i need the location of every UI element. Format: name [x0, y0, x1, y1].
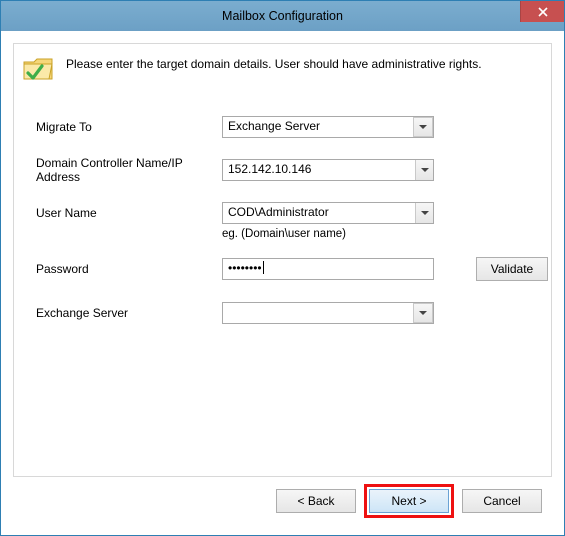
dialog-window: Mailbox Configuration Please enter the t…	[0, 0, 565, 536]
cancel-button[interactable]: Cancel	[462, 489, 542, 513]
chevron-down-icon	[419, 125, 427, 129]
exchange-field[interactable]	[222, 302, 434, 324]
password-label: Password	[36, 262, 222, 276]
row-migrate-to: Migrate To Exchange Server	[36, 116, 529, 138]
password-value: ••••••••	[228, 261, 262, 275]
chevron-down-icon	[421, 168, 429, 172]
migrate-to-dropdown-button[interactable]	[413, 117, 433, 137]
dc-field[interactable]: 152.142.10.146	[222, 159, 434, 181]
dc-label: Domain Controller Name/IP Address	[36, 156, 222, 184]
titlebar: Mailbox Configuration	[1, 1, 564, 31]
password-field-wrap: ••••••••	[222, 258, 434, 280]
close-button[interactable]	[520, 1, 564, 22]
row-username: User Name COD\Administrator	[36, 202, 529, 224]
username-label: User Name	[36, 206, 222, 220]
next-button-highlight: Next >	[364, 484, 454, 518]
dc-combobox[interactable]: 152.142.10.146	[222, 159, 434, 181]
chevron-down-icon	[419, 311, 427, 315]
folder-check-icon	[22, 54, 56, 84]
chevron-down-icon	[421, 211, 429, 215]
migrate-to-label: Migrate To	[36, 120, 222, 134]
info-header: Please enter the target domain details. …	[14, 44, 551, 94]
main-panel: Please enter the target domain details. …	[13, 43, 552, 477]
migrate-to-field[interactable]: Exchange Server	[222, 116, 434, 138]
username-dropdown-button[interactable]	[415, 203, 433, 223]
form: Migrate To Exchange Server Domain Contro…	[14, 94, 551, 324]
back-button[interactable]: < Back	[276, 489, 356, 513]
wizard-buttons: < Back Next > Cancel	[13, 481, 552, 521]
exchange-dropdown[interactable]	[222, 302, 434, 324]
validate-button[interactable]: Validate	[476, 257, 548, 281]
close-icon	[538, 7, 548, 17]
password-input[interactable]: ••••••••	[222, 258, 434, 280]
row-password: Password •••••••• Validate	[36, 258, 529, 280]
client-area: Please enter the target domain details. …	[9, 39, 556, 527]
migrate-to-dropdown[interactable]: Exchange Server	[222, 116, 434, 138]
username-combobox[interactable]: COD\Administrator	[222, 202, 434, 224]
exchange-label: Exchange Server	[36, 306, 222, 320]
row-exchange-server: Exchange Server	[36, 302, 529, 324]
text-caret	[263, 261, 264, 274]
row-domain-controller: Domain Controller Name/IP Address 152.14…	[36, 156, 529, 184]
exchange-dropdown-button[interactable]	[413, 303, 433, 323]
username-hint: eg. (Domain\user name)	[222, 228, 529, 240]
info-message: Please enter the target domain details. …	[66, 54, 482, 72]
username-field[interactable]: COD\Administrator	[222, 202, 434, 224]
dc-dropdown-button[interactable]	[415, 160, 433, 180]
next-button[interactable]: Next >	[369, 489, 449, 513]
window-title: Mailbox Configuration	[1, 9, 564, 23]
